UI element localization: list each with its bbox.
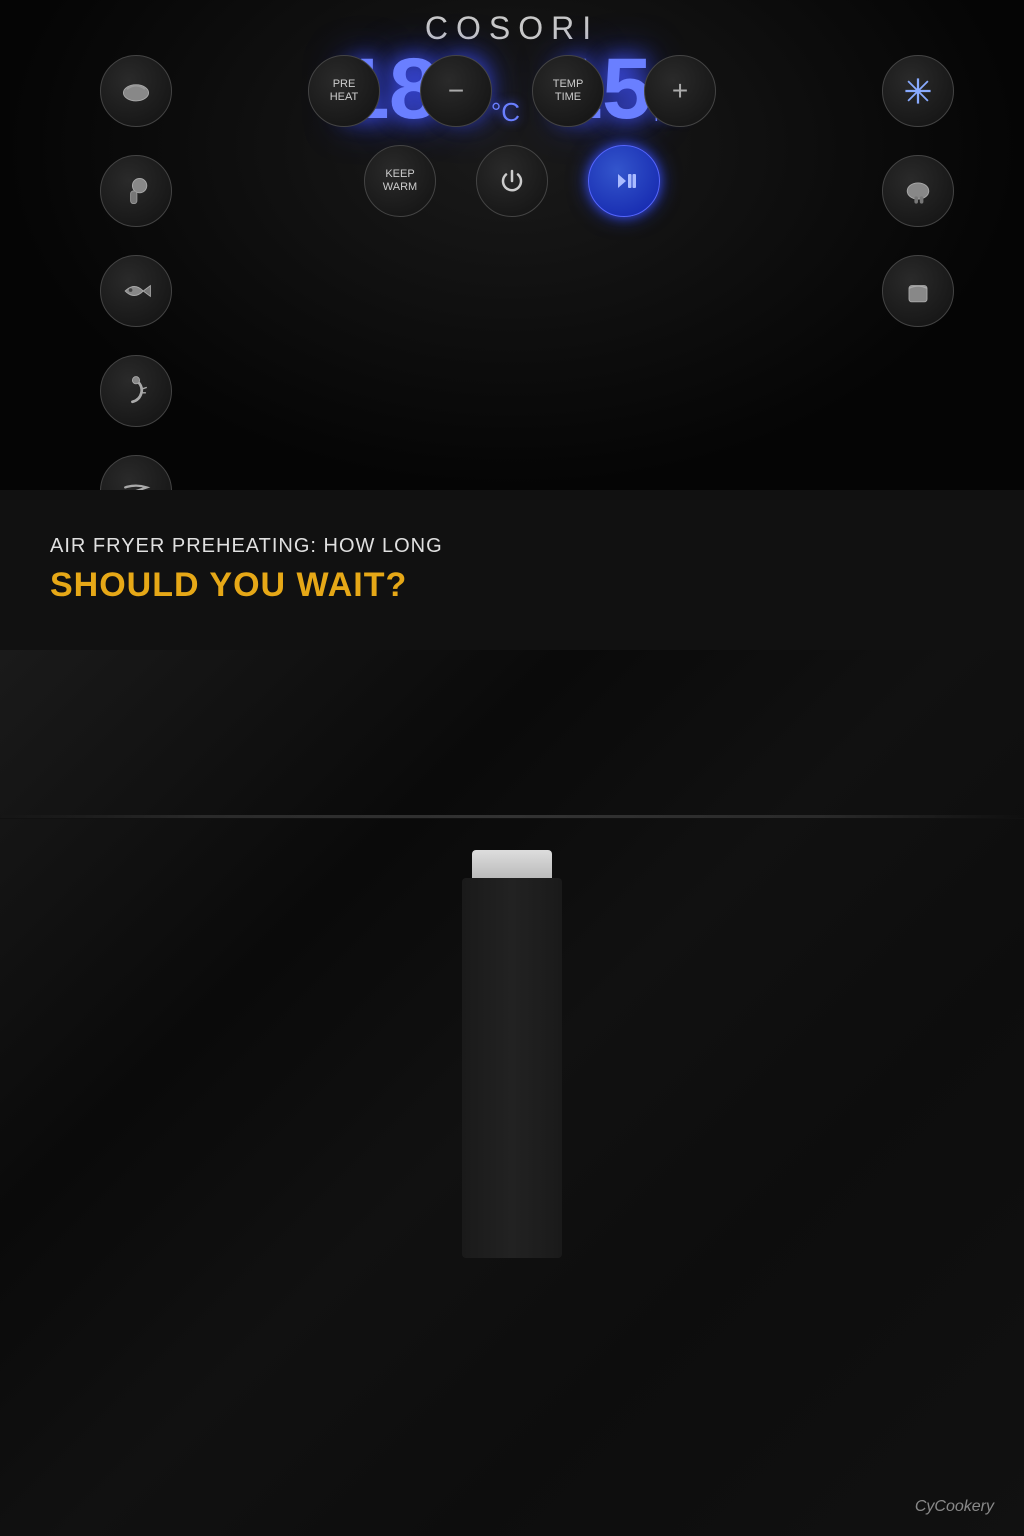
drawer-handle-body: [462, 878, 562, 1258]
article-main-title: SHOULD YOU WAIT?: [50, 566, 974, 605]
minus-button[interactable]: −: [420, 55, 492, 127]
fryer-seam-line: [0, 815, 1024, 818]
temp-time-label: TEMPTIME: [553, 78, 584, 104]
center-controls-row1: PREHEAT − TEMPTIME +: [308, 55, 716, 127]
play-pause-button[interactable]: [588, 145, 660, 217]
shrimp-button[interactable]: [100, 355, 172, 427]
temp-time-button[interactable]: TEMPTIME: [532, 55, 604, 127]
fryer-drawer[interactable]: [412, 850, 612, 1258]
steak-button[interactable]: [100, 55, 172, 127]
drawer-handle-top: [472, 850, 552, 878]
play-pause-icon: [610, 167, 638, 195]
keep-warm-button[interactable]: KEEPWARM: [364, 145, 436, 217]
fish-button[interactable]: [100, 255, 172, 327]
right-food-icons: [882, 55, 954, 327]
power-button[interactable]: [476, 145, 548, 217]
keep-warm-label: KEEPWARM: [383, 168, 417, 194]
power-icon: [498, 167, 526, 195]
center-controls-row2: KEEPWARM: [364, 145, 660, 217]
fryer-body-section: CyCookery: [0, 650, 1024, 1536]
article-title-section: AIR FRYER PREHEATING: HOW LONG SHOULD YO…: [0, 490, 1024, 650]
plus-button[interactable]: +: [644, 55, 716, 127]
left-food-icons: [100, 55, 172, 490]
control-panel-section: COSORI 180 °C 15 MIN: [0, 0, 1024, 490]
pre-heat-button[interactable]: PREHEAT: [308, 55, 380, 127]
freeze-button[interactable]: [882, 55, 954, 127]
watermark-label: CyCookery: [915, 1498, 994, 1516]
pre-heat-label: PREHEAT: [330, 78, 359, 104]
lamb-button[interactable]: [882, 155, 954, 227]
brand-label: COSORI: [425, 10, 599, 47]
bacon-button[interactable]: [100, 455, 172, 490]
minus-icon: −: [448, 74, 464, 108]
article-subtitle: AIR FRYER PREHEATING: HOW LONG: [50, 535, 974, 558]
toast-button[interactable]: [882, 255, 954, 327]
plus-icon: +: [672, 74, 688, 108]
drumstick-button[interactable]: [100, 155, 172, 227]
